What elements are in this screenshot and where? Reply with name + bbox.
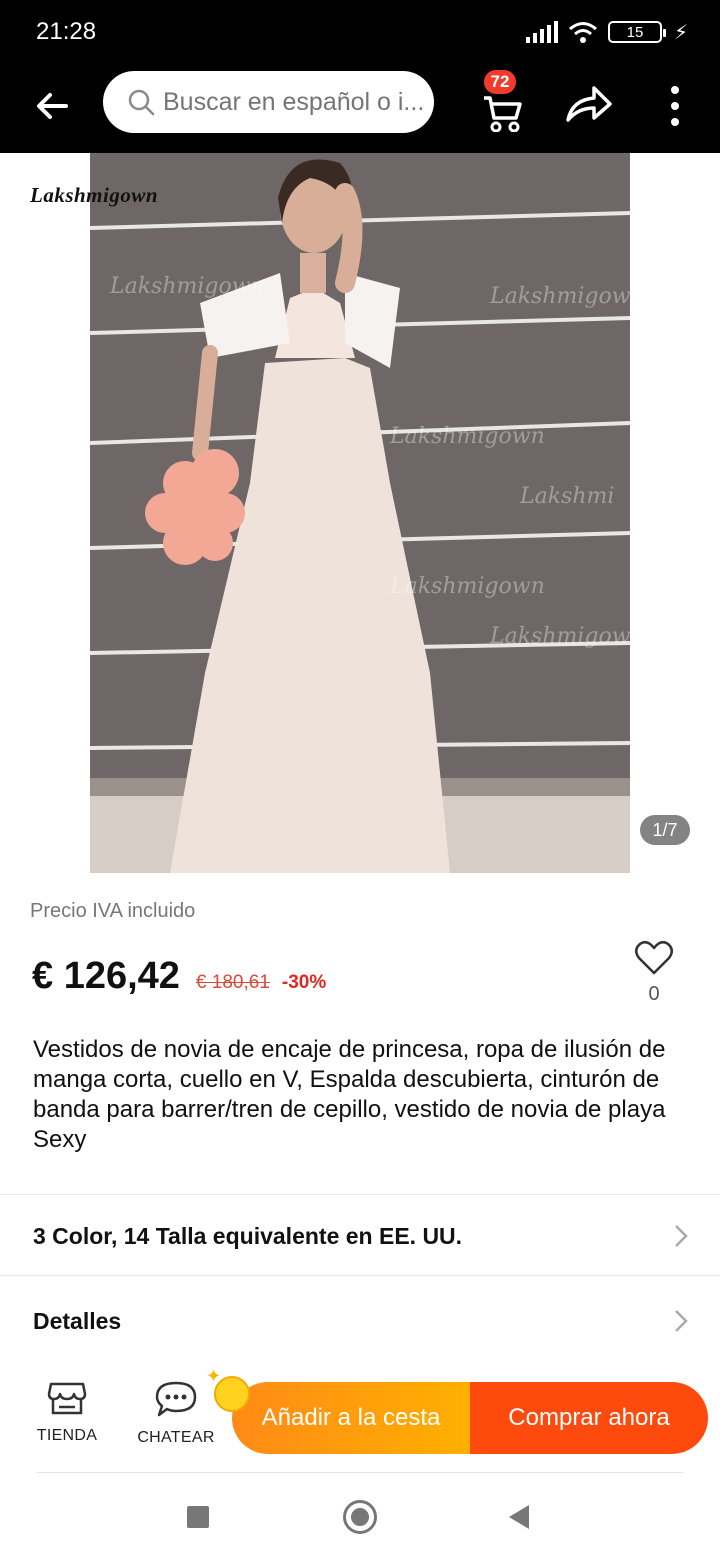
- variants-label: 3 Color, 14 Talla equivalente en EE. UU.: [33, 1222, 463, 1249]
- svg-text:Lakshmigown: Lakshmigown: [489, 624, 630, 649]
- svg-text:Lakshmigown: Lakshmigown: [109, 274, 265, 299]
- search-input[interactable]: [163, 87, 433, 117]
- details-label: Detalles: [33, 1307, 122, 1334]
- variants-row[interactable]: 3 Color, 14 Talla equivalente en EE. UU.: [0, 1196, 720, 1276]
- price-row: € 126,42 € 180,61 -30%: [32, 955, 326, 998]
- battery-level: 15: [626, 23, 644, 41]
- current-price: € 126,42: [32, 955, 180, 997]
- svg-text:Lakshmigown: Lakshmigown: [389, 424, 545, 449]
- action-bar: TIENDA CHATEAR Añadir a la cesta Comprar…: [0, 1366, 720, 1470]
- share-icon: [566, 86, 612, 122]
- svg-text:Lakshmigown: Lakshmigown: [389, 574, 545, 599]
- cart-badge: 72: [482, 68, 518, 96]
- shop-label: TIENDA: [36, 1427, 98, 1444]
- svg-text:Lakshmi: Lakshmi: [519, 484, 614, 509]
- more-icon: [671, 86, 679, 94]
- chat-button[interactable]: CHATEAR: [136, 1380, 216, 1447]
- price-note: Precio IVA incluido: [30, 900, 196, 922]
- original-price: € 180,61: [195, 972, 270, 993]
- chat-icon: [155, 1381, 197, 1417]
- status-icons: 15 ⚡: [525, 18, 688, 46]
- charging-icon: ⚡: [673, 21, 688, 44]
- brand-logo: Lakshmigown: [30, 183, 159, 207]
- back-arrow-icon: [37, 93, 68, 119]
- heart-icon: [635, 940, 673, 975]
- status-bar: 21:28 15 ⚡: [0, 0, 720, 62]
- system-back-button[interactable]: [509, 1505, 529, 1529]
- chat-label: CHATEAR: [137, 1429, 215, 1446]
- product-photo[interactable]: Lakshmigown Lakshmigown Lakshmigown Laks…: [90, 153, 630, 873]
- divider: [0, 1275, 720, 1276]
- recents-button[interactable]: [187, 1506, 209, 1528]
- wishlist-count: 0: [648, 983, 660, 1005]
- app-header: 72: [0, 62, 720, 153]
- buy-now-button[interactable]: Comprar ahora: [470, 1382, 708, 1454]
- wishlist-button[interactable]: 0: [630, 940, 678, 1006]
- chevron-right-icon: [675, 1310, 688, 1332]
- add-to-cart-button[interactable]: Añadir a la cesta: [232, 1382, 470, 1454]
- sparkle-icon: ✦: [206, 1366, 222, 1386]
- back-button[interactable]: [30, 84, 74, 128]
- image-counter: 1/7: [640, 815, 690, 845]
- battery-icon: 15: [607, 21, 666, 43]
- dress-photo-illustration: Lakshmigown Lakshmigown Lakshmigown Laks…: [90, 153, 630, 873]
- details-row[interactable]: Detalles: [0, 1281, 720, 1361]
- wifi-icon: [568, 22, 597, 43]
- signal-icon: [525, 21, 558, 43]
- search-icon: [128, 89, 155, 116]
- more-options-button[interactable]: [660, 82, 690, 130]
- divider: [0, 1194, 720, 1195]
- chevron-right-icon: [675, 1225, 688, 1247]
- home-button[interactable]: [343, 1500, 377, 1534]
- divider: [36, 1472, 684, 1473]
- search-bar[interactable]: [103, 71, 434, 133]
- system-nav-bar: [0, 1472, 720, 1560]
- shop-button[interactable]: TIENDA: [28, 1380, 106, 1445]
- product-gallery[interactable]: Lakshmigown Lakshmigown Lakshmigown Laks…: [0, 153, 720, 873]
- svg-text:Lakshmigown: Lakshmigown: [489, 284, 630, 309]
- share-button[interactable]: [562, 82, 614, 126]
- store-icon: [47, 1382, 87, 1415]
- status-time: 21:28: [36, 18, 97, 45]
- product-title: Vestidos de novia de encaje de princesa,…: [33, 1036, 666, 1153]
- discount-badge: -30%: [281, 972, 327, 993]
